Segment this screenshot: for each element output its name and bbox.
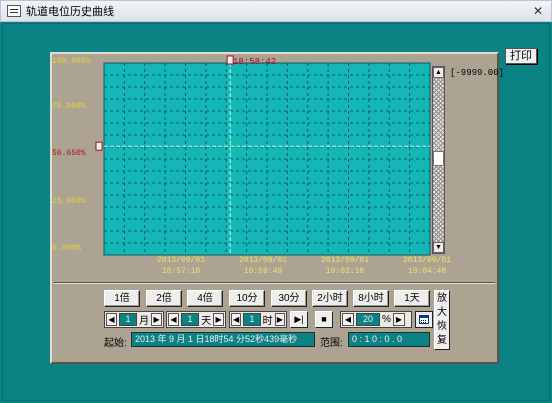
y-tick-label: 75.000%: [52, 102, 86, 111]
step-forward-button[interactable]: ▶|: [290, 311, 308, 328]
x-tick-date: 2013/09/01: [320, 256, 369, 265]
hour-next-button[interactable]: ▶: [274, 313, 285, 326]
speed-dec-button[interactable]: ◀: [342, 313, 354, 326]
x-tick-label: 2013/09/01 18:59:48: [231, 255, 295, 277]
range-field[interactable]: 0 : 1 0 : 0 . 0: [348, 332, 430, 347]
range-label: 范围:: [320, 338, 343, 349]
zoom-4x-button[interactable]: 4倍: [187, 290, 223, 307]
x-tick-date: 2013/09/01: [238, 256, 287, 265]
speed-value[interactable]: 20: [356, 313, 380, 326]
hour-unit: 时: [262, 316, 273, 327]
speed-stepper: ◀ 20 % ▶: [340, 311, 412, 328]
start-label: 起始:: [104, 338, 127, 349]
x-tick-time: 18:59:48: [243, 267, 283, 276]
x-tick-label: 2013/09/01 18:57:18: [149, 255, 213, 277]
span-2h-button[interactable]: 2小时: [312, 290, 348, 307]
speed-unit: %: [382, 314, 391, 325]
calendar-icon: [419, 315, 429, 324]
span-1day-button[interactable]: 1天: [394, 290, 430, 307]
span-8h-button[interactable]: 8小时: [353, 290, 389, 307]
y-tick-label: 100.000%: [52, 57, 91, 66]
start-time-field[interactable]: 2013 年 9 月 1 日18时54 分52秒439毫秒: [131, 332, 315, 347]
x-tick-time: 18:57:18: [161, 267, 201, 276]
zoom-2x-button[interactable]: 2倍: [146, 290, 182, 307]
span-30min-button[interactable]: 30分: [271, 290, 307, 307]
month-value[interactable]: 1: [118, 313, 138, 326]
x-tick-label: 2013/09/01 19:02:18: [313, 255, 377, 277]
zoom-restore-button[interactable]: 放大恢复: [434, 290, 450, 350]
y-marker-label: 56.650%: [52, 149, 86, 158]
vertical-scrollbar[interactable]: ▲ ▼: [432, 66, 445, 254]
month-unit: 月: [139, 316, 150, 327]
x-tick-time: 19:04:48: [407, 267, 447, 276]
min-value-label: [-9999.00]: [450, 68, 505, 78]
day-stepper: ◀ 1 天 ▶: [166, 311, 226, 328]
day-unit: 天: [201, 316, 212, 327]
zoom-1x-button[interactable]: 1倍: [104, 290, 140, 307]
x-tick-time: 19:02:18: [325, 267, 365, 276]
scroll-thumb[interactable]: [433, 151, 444, 166]
x-tick-date: 2013/09/01: [156, 256, 205, 265]
y-marker-flag: [95, 141, 103, 151]
calendar-button[interactable]: [415, 311, 433, 328]
y-tick-label: 25.000%: [52, 197, 86, 206]
span-10min-button[interactable]: 10分: [229, 290, 265, 307]
y-tick-label: 0.000%: [52, 244, 81, 253]
day-value[interactable]: 1: [180, 313, 200, 326]
month-prev-button[interactable]: ◀: [106, 313, 117, 326]
hour-prev-button[interactable]: ◀: [231, 313, 242, 326]
day-prev-button[interactable]: ◀: [168, 313, 179, 326]
x-tick-label: 2013/09/01 19:04:48: [395, 255, 459, 277]
hour-value[interactable]: 1: [243, 313, 261, 326]
stop-button[interactable]: ■: [315, 311, 333, 328]
month-next-button[interactable]: ▶: [151, 313, 163, 326]
x-tick-date: 2013/09/01: [402, 256, 451, 265]
speed-inc-button[interactable]: ▶: [392, 313, 405, 326]
month-stepper: ◀ 1 月 ▶: [104, 311, 164, 328]
hour-stepper: ◀ 1 时 ▶: [229, 311, 287, 328]
cursor-time-label: 18:58:42: [233, 57, 277, 67]
scroll-down-icon[interactable]: ▼: [433, 242, 444, 253]
scroll-up-icon[interactable]: ▲: [433, 67, 444, 78]
day-next-button[interactable]: ▶: [213, 313, 225, 326]
